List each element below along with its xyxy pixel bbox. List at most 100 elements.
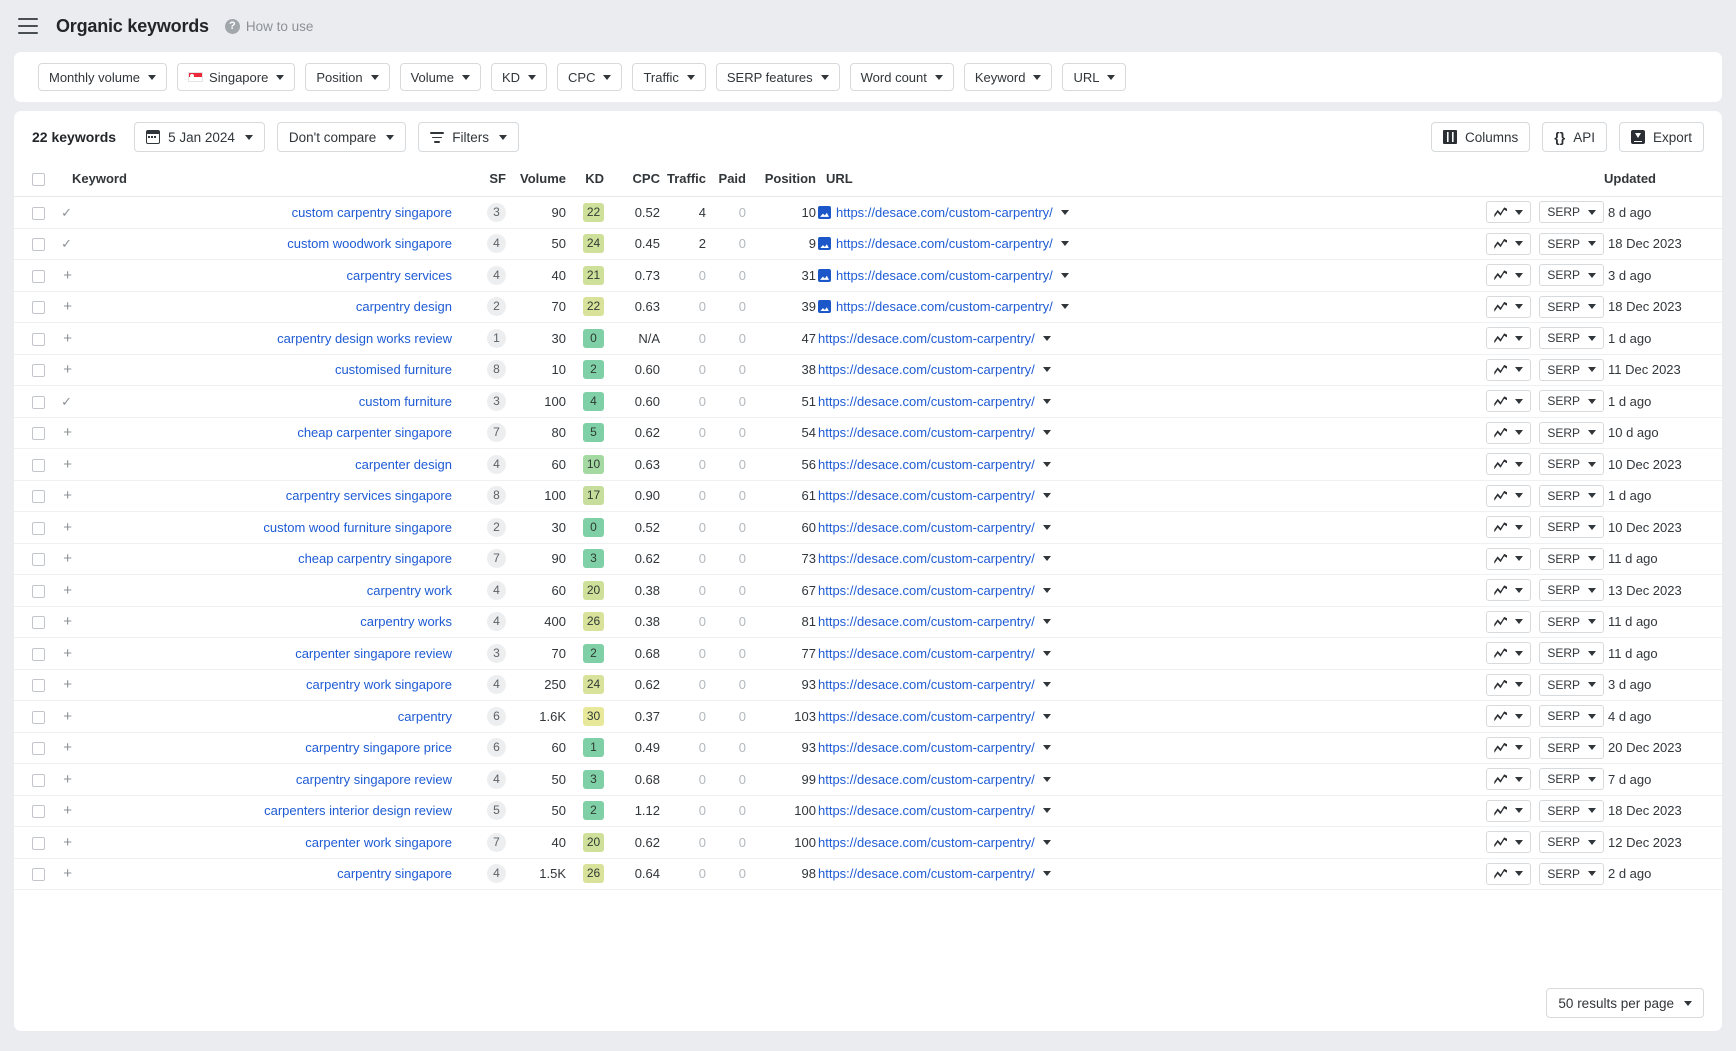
row-checkbox[interactable] (32, 553, 45, 567)
row-checkbox[interactable] (32, 364, 45, 378)
plus-icon[interactable]: + (63, 835, 72, 850)
trend-chart-button[interactable] (1486, 421, 1532, 444)
trend-chart-button[interactable] (1486, 516, 1532, 539)
keyword-link[interactable]: cheap carpentry singapore (298, 551, 452, 566)
url-link[interactable]: https://desace.com/custom-carpentry/ (818, 835, 1035, 850)
url-link[interactable]: https://desace.com/custom-carpentry/ (818, 488, 1035, 503)
url-link[interactable]: https://desace.com/custom-carpentry/ (818, 614, 1035, 629)
serp-button[interactable]: SERP (1539, 642, 1604, 665)
keyword-link[interactable]: carpenter design (355, 457, 452, 472)
chevron-down-icon[interactable] (1042, 839, 1051, 845)
chevron-down-icon[interactable] (1042, 713, 1051, 719)
chevron-down-icon[interactable] (1042, 587, 1051, 593)
serp-button[interactable]: SERP (1539, 327, 1604, 350)
plus-icon[interactable]: + (63, 583, 72, 598)
keyword-link[interactable]: carpentry services (347, 268, 452, 283)
chevron-down-icon[interactable] (1042, 745, 1051, 751)
export-button[interactable]: Export (1618, 122, 1704, 152)
chevron-down-icon[interactable] (1042, 650, 1051, 656)
plus-icon[interactable]: + (63, 772, 72, 787)
trend-chart-button[interactable] (1486, 453, 1532, 476)
plus-icon[interactable]: + (63, 677, 72, 692)
hamburger-icon[interactable] (18, 18, 38, 34)
row-checkbox[interactable] (32, 206, 45, 220)
how-to-use-link[interactable]: ? How to use (224, 18, 313, 34)
trend-chart-button[interactable] (1486, 327, 1532, 350)
row-checkbox[interactable] (32, 490, 45, 504)
filter-country[interactable]: Singapore (177, 63, 296, 91)
trend-chart-button[interactable] (1486, 232, 1532, 255)
trend-chart-button[interactable] (1486, 831, 1532, 854)
column-header-keyword[interactable]: Keyword (72, 163, 452, 198)
chevron-down-icon[interactable] (1042, 556, 1051, 562)
keyword-link[interactable]: carpentry singapore price (305, 740, 452, 755)
row-checkbox[interactable] (32, 836, 45, 850)
plus-icon[interactable]: + (63, 646, 72, 661)
chevron-down-icon[interactable] (1042, 367, 1051, 373)
url-link[interactable]: https://desace.com/custom-carpentry/ (818, 425, 1035, 440)
trend-chart-button[interactable] (1486, 673, 1532, 696)
url-link[interactable]: https://desace.com/custom-carpentry/ (818, 394, 1035, 409)
column-header-sf[interactable]: SF (452, 163, 506, 198)
serp-button[interactable]: SERP (1539, 264, 1604, 287)
url-link[interactable]: https://desace.com/custom-carpentry/ (818, 551, 1035, 566)
column-header-kd[interactable]: KD (566, 163, 604, 198)
serp-button[interactable]: SERP (1539, 295, 1604, 318)
trend-chart-button[interactable] (1486, 484, 1532, 507)
chevron-down-icon[interactable] (1060, 304, 1069, 310)
plus-icon[interactable]: + (63, 866, 72, 881)
serp-button[interactable]: SERP (1539, 736, 1604, 759)
columns-button[interactable]: Columns (1431, 122, 1531, 152)
url-link[interactable]: https://desace.com/custom-carpentry/ (836, 205, 1053, 220)
url-link[interactable]: https://desace.com/custom-carpentry/ (818, 772, 1035, 787)
row-checkbox[interactable] (32, 238, 45, 252)
serp-button[interactable]: SERP (1539, 358, 1604, 381)
plus-icon[interactable]: + (63, 362, 72, 377)
column-header-url[interactable]: URL (816, 163, 1424, 198)
trend-chart-button[interactable] (1486, 579, 1532, 602)
keyword-link[interactable]: custom furniture (359, 394, 452, 409)
chevron-down-icon[interactable] (1060, 209, 1069, 215)
row-checkbox[interactable] (32, 269, 45, 283)
chevron-down-icon[interactable] (1042, 776, 1051, 782)
keyword-link[interactable]: carpentry singapore (337, 866, 452, 881)
serp-button[interactable]: SERP (1539, 862, 1604, 885)
plus-icon[interactable]: + (63, 268, 72, 283)
serp-button[interactable]: SERP (1539, 768, 1604, 791)
url-link[interactable]: https://desace.com/custom-carpentry/ (818, 520, 1035, 535)
url-link[interactable]: https://desace.com/custom-carpentry/ (836, 268, 1053, 283)
trend-chart-button[interactable] (1486, 705, 1532, 728)
filter-url[interactable]: URL (1062, 63, 1127, 91)
chevron-down-icon[interactable] (1042, 682, 1051, 688)
serp-button[interactable]: SERP (1539, 201, 1604, 224)
keyword-link[interactable]: carpentry work singapore (306, 677, 452, 692)
plus-icon[interactable]: + (63, 488, 72, 503)
column-header-position[interactable]: Position (746, 163, 816, 198)
serp-button[interactable]: SERP (1539, 610, 1604, 633)
url-link[interactable]: https://desace.com/custom-carpentry/ (818, 362, 1035, 377)
chevron-down-icon[interactable] (1060, 241, 1069, 247)
column-header-volume[interactable]: Volume (506, 163, 566, 198)
serp-button[interactable]: SERP (1539, 673, 1604, 696)
url-link[interactable]: https://desace.com/custom-carpentry/ (818, 740, 1035, 755)
row-checkbox[interactable] (32, 395, 45, 409)
keyword-link[interactable]: custom carpentry singapore (292, 205, 452, 220)
trend-chart-button[interactable] (1486, 295, 1532, 318)
keyword-link[interactable]: carpentry services singapore (286, 488, 452, 503)
results-per-page-button[interactable]: 50 results per page (1546, 988, 1704, 1018)
keyword-link[interactable]: customised furniture (335, 362, 452, 377)
url-link[interactable]: https://desace.com/custom-carpentry/ (836, 236, 1053, 251)
chevron-down-icon[interactable] (1042, 398, 1051, 404)
trend-chart-button[interactable] (1486, 642, 1532, 665)
chevron-down-icon[interactable] (1042, 619, 1051, 625)
row-checkbox[interactable] (32, 616, 45, 630)
trend-chart-button[interactable] (1486, 768, 1532, 791)
row-checkbox[interactable] (32, 742, 45, 756)
row-checkbox[interactable] (32, 521, 45, 535)
chevron-down-icon[interactable] (1042, 430, 1051, 436)
chevron-down-icon[interactable] (1042, 808, 1051, 814)
chevron-down-icon[interactable] (1060, 272, 1069, 278)
filter-word-count[interactable]: Word count (849, 63, 954, 91)
keyword-link[interactable]: carpentry work (367, 583, 452, 598)
trend-chart-button[interactable] (1486, 201, 1532, 224)
